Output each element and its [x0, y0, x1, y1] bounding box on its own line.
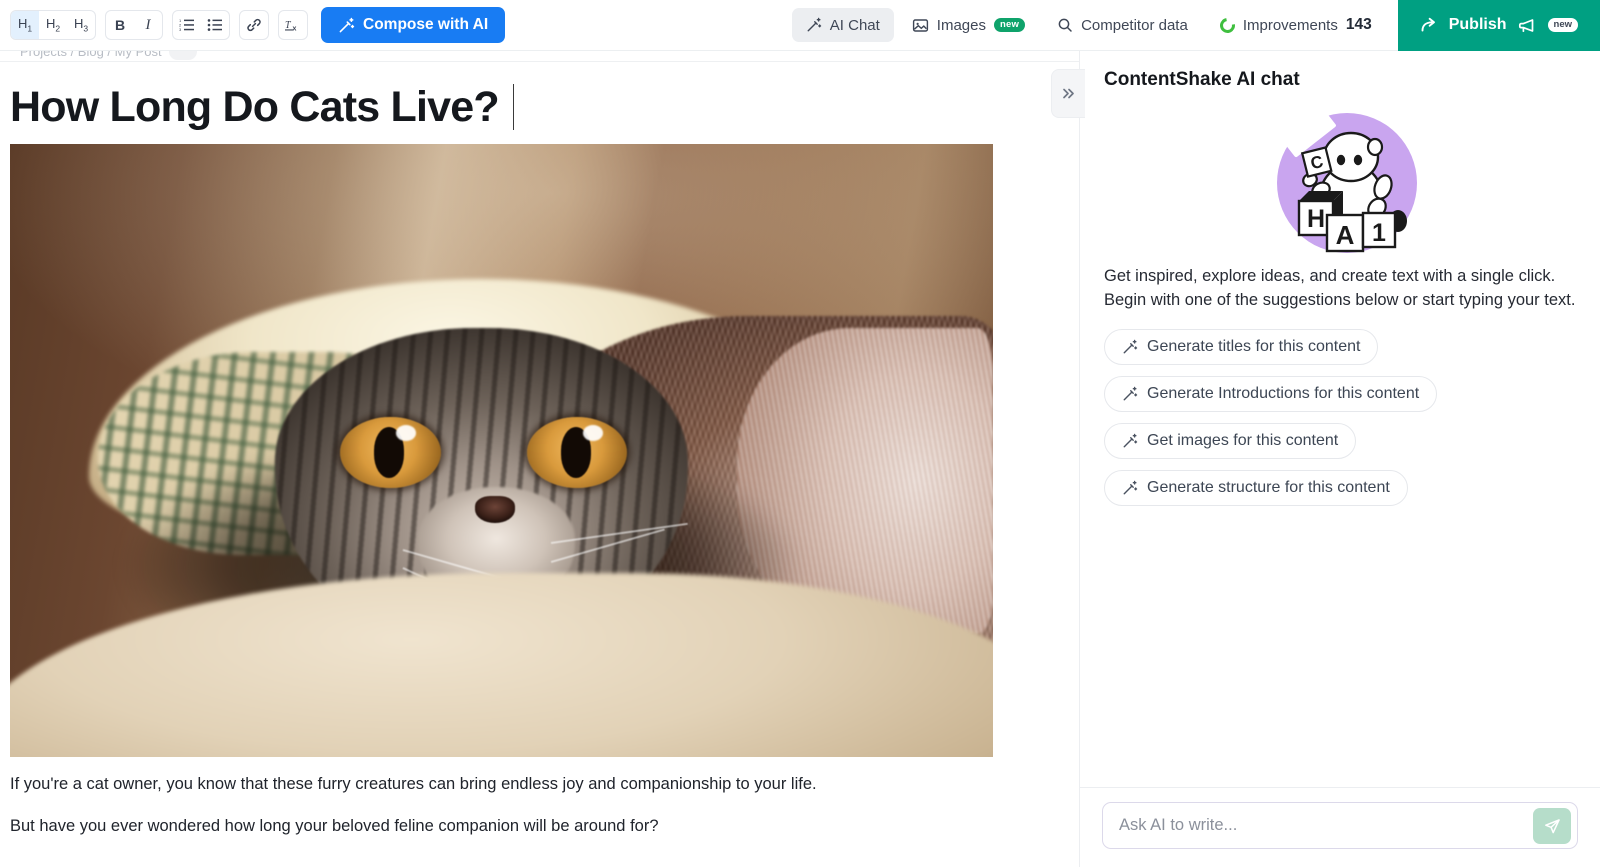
- svg-text:3: 3: [179, 27, 182, 32]
- suggestion-generate-structure[interactable]: Generate structure for this content: [1104, 469, 1408, 506]
- photo-cat-eye-right: [527, 416, 628, 488]
- document-title-text: How Long Do Cats Live?: [10, 82, 500, 131]
- send-paper-plane-icon: [1543, 817, 1562, 836]
- page-title[interactable]: How Long Do Cats Live?: [0, 62, 1079, 134]
- tab-ai-chat-label: AI Chat: [829, 16, 880, 34]
- tab-ai-chat[interactable]: AI Chat: [791, 8, 894, 42]
- chat-suggestions: Generate titles for this content Generat…: [1104, 328, 1576, 517]
- bullet-list-button[interactable]: [201, 11, 229, 39]
- italic-button[interactable]: I: [134, 11, 162, 39]
- document-editor: Projects / Blog / My Post How Long Do Ca…: [0, 51, 1079, 867]
- search-icon: [1057, 17, 1073, 33]
- compose-with-ai-label: Compose with AI: [363, 16, 489, 33]
- ordered-list-button[interactable]: 123: [173, 11, 201, 39]
- ai-chat-panel: ContentShake AI chat C H A 1 Get inspire…: [1079, 51, 1600, 867]
- bold-icon: B: [114, 17, 126, 33]
- publish-new-badge: new: [1547, 18, 1578, 32]
- double-chevron-right-icon: [1061, 86, 1076, 101]
- improvements-count: 143: [1345, 16, 1372, 33]
- chat-input[interactable]: [1119, 816, 1521, 835]
- svg-text:x: x: [293, 26, 297, 33]
- megaphone-icon[interactable]: [1518, 17, 1537, 34]
- breadcrumb[interactable]: Projects / Blog / My Post: [0, 51, 1079, 62]
- breadcrumb-chip[interactable]: [168, 51, 198, 60]
- ordered-list-icon: 123: [179, 17, 195, 33]
- link-button[interactable]: [240, 11, 268, 39]
- image-icon: [912, 17, 929, 34]
- heading-3-button[interactable]: H3: [67, 11, 95, 39]
- heading-1-icon: H1: [17, 16, 33, 34]
- tab-competitor-data[interactable]: Competitor data: [1043, 8, 1202, 42]
- magic-wand-icon: [1122, 339, 1138, 355]
- images-new-badge: new: [994, 18, 1026, 32]
- heading-2-icon: H2: [45, 16, 61, 34]
- suggestion-label: Generate titles for this content: [1147, 337, 1361, 355]
- suggestion-label: Generate structure for this content: [1147, 478, 1390, 496]
- suggestion-get-images[interactable]: Get images for this content: [1104, 422, 1357, 459]
- tab-images[interactable]: Images new: [898, 8, 1039, 42]
- clear-formatting-group: Tx: [278, 10, 308, 40]
- chat-panel-body: C H A 1 Get inspired, explore ideas, and…: [1080, 91, 1600, 787]
- clear-formatting-button[interactable]: Tx: [279, 11, 307, 39]
- link-icon: [246, 17, 262, 33]
- chat-input-area: [1080, 787, 1600, 867]
- photo-cat-eye-glint-right: [583, 425, 604, 441]
- italic-icon: I: [145, 16, 151, 33]
- suggestion-generate-titles[interactable]: Generate titles for this content: [1104, 328, 1379, 365]
- svg-text:A: A: [1336, 220, 1355, 250]
- svg-text:T: T: [285, 20, 292, 31]
- bullet-list-icon: [207, 17, 223, 33]
- heading-1-button[interactable]: H1: [11, 11, 39, 39]
- text-style-group: B I: [105, 10, 163, 40]
- magic-wand-icon: [806, 17, 822, 33]
- tab-images-label: Images: [936, 16, 986, 34]
- suggestion-label: Generate Introductions for this content: [1147, 384, 1420, 402]
- progress-ring-icon: [1216, 14, 1238, 36]
- magic-wand-icon: [1122, 433, 1138, 449]
- photo-cat-eye-left: [340, 416, 441, 488]
- mascot-illustration: C H A 1: [1104, 102, 1576, 255]
- robot-mascot-icon: C H A 1: [1297, 131, 1407, 253]
- toolbar-right-actions: AI Chat Images new Competitor data Impro…: [791, 0, 1600, 51]
- heading-2-button[interactable]: H2: [39, 11, 67, 39]
- breadcrumb-text: Projects / Blog / My Post: [20, 51, 162, 59]
- send-button[interactable]: [1533, 808, 1571, 844]
- document-paragraph: If you're a cat owner, you know that the…: [10, 775, 817, 793]
- compose-with-ai-button[interactable]: Compose with AI: [321, 7, 506, 43]
- suggestion-label: Get images for this content: [1147, 431, 1339, 449]
- improvements-label: Improvements: [1242, 16, 1338, 34]
- publish-button[interactable]: Publish new: [1397, 0, 1600, 51]
- improvements-indicator[interactable]: Improvements 143: [1206, 8, 1386, 42]
- chat-intro-text: Get inspired, explore ideas, and create …: [1104, 267, 1576, 309]
- chat-input-wrapper[interactable]: [1102, 802, 1578, 849]
- publish-label: Publish: [1448, 16, 1507, 33]
- photo-cat-eye-glint-left: [396, 425, 417, 441]
- document-paragraph: But have you ever wondered how long your…: [10, 816, 659, 835]
- formatting-toolbar: H1 H2 H3 B I 123 T x Compose with AI: [0, 7, 506, 43]
- magic-wand-icon: [338, 17, 355, 34]
- collapse-panel-button[interactable]: [1051, 69, 1085, 118]
- text-caret: [512, 84, 515, 130]
- clear-formatting-icon: Tx: [284, 17, 302, 33]
- suggestion-generate-introductions[interactable]: Generate Introductions for this content: [1104, 375, 1438, 412]
- share-arrow-icon: [1420, 16, 1438, 34]
- heading-button-group: H1 H2 H3: [10, 10, 96, 40]
- heading-3-icon: H3: [73, 16, 89, 34]
- list-group: 123: [172, 10, 230, 40]
- link-group: [239, 10, 269, 40]
- svg-text:H: H: [1307, 205, 1325, 233]
- top-toolbar: H1 H2 H3 B I 123 T x Compose with AI AI …: [0, 0, 1600, 51]
- tab-competitor-data-label: Competitor data: [1081, 16, 1188, 34]
- svg-text:1: 1: [1372, 219, 1386, 247]
- bold-button[interactable]: B: [106, 11, 134, 39]
- magic-wand-icon: [1122, 480, 1138, 496]
- magic-wand-icon: [1122, 386, 1138, 402]
- document-body[interactable]: If you're a cat owner, you know that the…: [10, 773, 1010, 857]
- chat-panel-title: ContentShake AI chat: [1104, 69, 1300, 90]
- hero-image[interactable]: [10, 144, 993, 757]
